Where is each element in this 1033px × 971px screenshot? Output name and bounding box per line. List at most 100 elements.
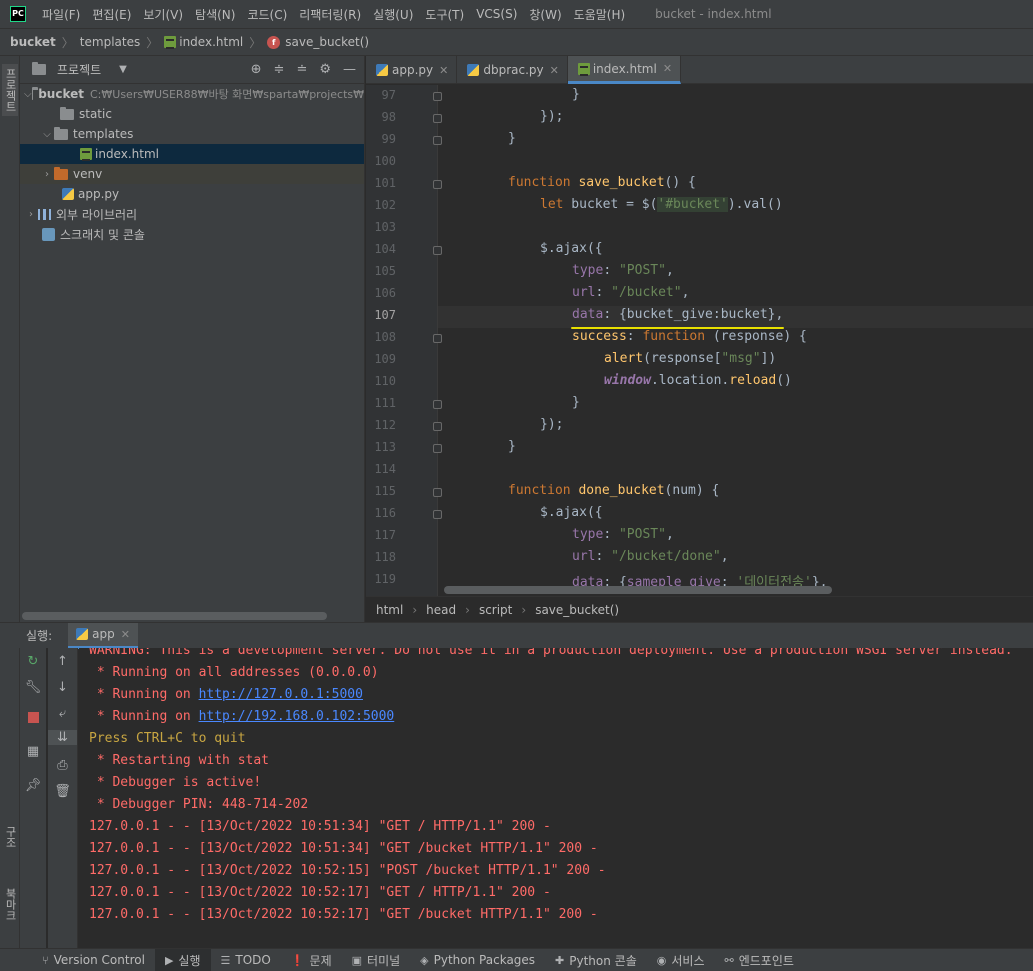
html-file-icon: [164, 36, 177, 49]
tool-tab-structure[interactable]: 구조: [2, 826, 18, 848]
fold-marker-icon[interactable]: [433, 400, 442, 409]
menu-edit[interactable]: 편집(E): [86, 6, 137, 23]
tool-version-control[interactable]: ⑂ Version Control: [32, 949, 155, 971]
tool-run[interactable]: ▶ 실행: [154, 948, 211, 971]
tab-app-py[interactable]: app.py ✕: [366, 56, 458, 84]
gear-icon[interactable]: ⚙: [319, 62, 331, 77]
python-file-icon: [376, 64, 388, 76]
tree-item-static[interactable]: static: [20, 104, 364, 124]
menu-file[interactable]: 파일(F): [36, 6, 86, 23]
stop-icon[interactable]: [20, 712, 46, 727]
fold-marker-icon[interactable]: [433, 334, 442, 343]
breadcrumb-project[interactable]: bucket: [10, 35, 56, 49]
wrench-icon[interactable]: 🔧︎: [20, 680, 46, 695]
fold-marker-icon[interactable]: [433, 246, 442, 255]
project-panel: 프로젝트 ▼ ⊕ ≑ ≐ ⚙ — ⌵ bucket C:₩Users₩USER8…: [20, 56, 365, 622]
breadcrumb-file[interactable]: index.html: [164, 35, 243, 49]
menu-help[interactable]: 도움말(H): [568, 6, 632, 23]
fold-marker-icon[interactable]: [433, 510, 442, 519]
close-icon[interactable]: ✕: [663, 62, 672, 75]
menu-navigate[interactable]: 탐색(N): [189, 6, 241, 23]
tool-python-console[interactable]: ✚ Python 콘솔: [545, 949, 647, 971]
tree-item-external-libraries[interactable]: › 외부 라이브러리: [20, 204, 364, 224]
soft-wrap-icon[interactable]: ⤶: [48, 706, 77, 721]
chevron-down-icon[interactable]: ▼: [119, 64, 127, 75]
arrow-up-icon[interactable]: ↑: [48, 654, 77, 669]
tree-item-templates[interactable]: ⌵ templates: [20, 124, 364, 144]
tool-endpoints[interactable]: ⚯ 엔드포인트: [715, 949, 804, 971]
tree-item-bucket[interactable]: ⌵ bucket C:₩Users₩USER88₩바탕 화면₩sparta₩pr…: [20, 84, 364, 104]
breadcrumb-file-label: index.html: [179, 35, 244, 49]
tree-item-path: C:₩Users₩USER88₩바탕 화면₩sparta₩projects₩: [90, 88, 364, 101]
tree-item-app-py[interactable]: app.py: [20, 184, 364, 204]
expand-all-icon[interactable]: ≑: [274, 62, 285, 77]
line-number: 106: [374, 286, 396, 300]
minimize-icon[interactable]: —: [343, 62, 356, 77]
fold-marker-icon[interactable]: [433, 488, 442, 497]
menu-run[interactable]: 실행(U): [367, 6, 419, 23]
tool-todo[interactable]: ☰ TODO: [211, 949, 281, 971]
horizontal-scrollbar[interactable]: [22, 612, 327, 620]
chevron-down-icon[interactable]: ⌵: [24, 89, 32, 100]
code-editor[interactable]: 97 98 99 100 101 102 103 104 105 106 107 108 109 110 1…: [366, 85, 1033, 596]
chevron-down-icon[interactable]: ⌵: [40, 129, 54, 140]
breadcrumb-function[interactable]: f save_bucket(): [267, 35, 369, 49]
console-link[interactable]: http://127.0.0.1:5000: [199, 687, 363, 702]
chevron-right-icon: ›: [412, 602, 418, 617]
run-console-output[interactable]: WARNING: This is a development server. D…: [79, 648, 1033, 948]
editor-crumb-html[interactable]: html: [376, 603, 403, 617]
breadcrumb-folder[interactable]: templates: [80, 35, 140, 49]
tool-terminal[interactable]: ▣ 터미널: [342, 949, 411, 971]
fold-marker-icon[interactable]: [433, 444, 442, 453]
scroll-to-end-icon[interactable]: ⇊: [48, 730, 77, 745]
tree-item-scratches[interactable]: 스크래치 및 콘솔: [20, 224, 364, 244]
pin-icon[interactable]: 📌︎: [20, 778, 46, 793]
menu-vcs[interactable]: VCS(S): [470, 7, 523, 21]
tool-problems[interactable]: ❗ 문제: [281, 949, 342, 971]
horizontal-scrollbar[interactable]: [444, 586, 832, 594]
rerun-icon[interactable]: ↻: [20, 654, 46, 669]
tree-item-venv[interactable]: › venv: [20, 164, 364, 184]
chevron-right-icon[interactable]: ›: [40, 169, 54, 180]
trash-icon[interactable]: 🗑︎: [48, 784, 77, 799]
menu-tools[interactable]: 도구(T): [419, 6, 470, 23]
fold-marker-icon[interactable]: [433, 422, 442, 431]
collapse-all-icon[interactable]: ≐: [296, 62, 307, 77]
menu-view[interactable]: 보기(V): [137, 6, 189, 23]
console-line: * Running on all addresses (0.0.0.0): [89, 665, 379, 680]
editor-crumb-head[interactable]: head: [426, 603, 456, 617]
console-link[interactable]: http://192.168.0.102:5000: [199, 709, 395, 724]
tool-tab-bookmarks[interactable]: 북마크: [2, 888, 18, 921]
chevron-right-icon: 〉: [249, 35, 262, 50]
fold-marker-icon[interactable]: [433, 114, 442, 123]
tab-dbprac-py[interactable]: dbprac.py ✕: [457, 56, 568, 84]
console-line: * Restarting with stat: [89, 753, 270, 768]
tool-services[interactable]: ◉ 서비스: [647, 949, 715, 971]
line-number: 116: [374, 506, 396, 520]
run-panel-header: 실행: app ✕: [0, 622, 1033, 649]
tool-python-packages[interactable]: ◈ Python Packages: [410, 949, 545, 971]
tool-tab-project[interactable]: 프로젝트: [2, 64, 18, 116]
line-number: 109: [374, 352, 396, 366]
project-panel-title[interactable]: 프로젝트: [57, 61, 101, 78]
fold-marker-icon[interactable]: [433, 92, 442, 101]
menu-window[interactable]: 창(W): [523, 6, 567, 23]
close-icon[interactable]: ✕: [439, 64, 448, 77]
fold-marker-icon[interactable]: [433, 180, 442, 189]
tree-item-index-html[interactable]: index.html: [20, 144, 364, 164]
menu-refactor[interactable]: 리팩터링(R): [293, 6, 367, 23]
locate-icon[interactable]: ⊕: [251, 62, 262, 77]
chevron-right-icon[interactable]: ›: [24, 209, 38, 220]
editor-crumb-function[interactable]: save_bucket(): [535, 603, 619, 617]
arrow-down-icon[interactable]: ↓: [48, 680, 77, 695]
close-icon[interactable]: ✕: [550, 64, 559, 77]
tab-index-html[interactable]: index.html ✕: [567, 56, 682, 84]
editor-crumb-script[interactable]: script: [479, 603, 512, 617]
code-line-109: alert(response["msg"]): [604, 351, 777, 366]
run-tab-app[interactable]: app ✕: [68, 622, 138, 649]
fold-marker-icon[interactable]: [433, 136, 442, 145]
close-icon[interactable]: ✕: [121, 628, 130, 641]
print-icon[interactable]: ⎙: [48, 758, 77, 773]
menu-code[interactable]: 코드(C): [241, 6, 293, 23]
layout-icon[interactable]: ▦: [20, 744, 46, 759]
